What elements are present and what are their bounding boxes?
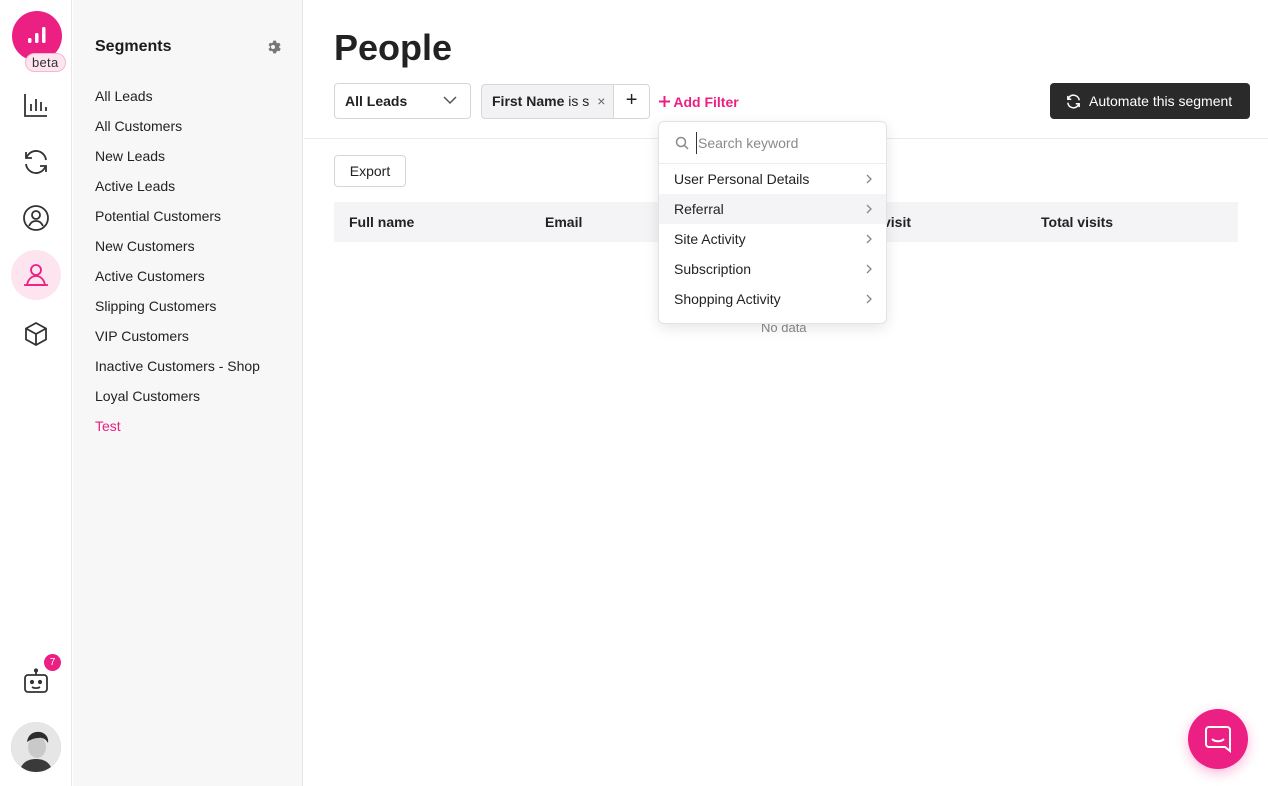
sync-icon [1067,94,1080,109]
filter-category-label: Referral [674,201,724,217]
segment-item[interactable]: All Customers [95,116,260,146]
products-cube-icon [25,321,47,347]
segment-select-value: All Leads [345,93,408,109]
app-rail: beta 7 [0,0,72,786]
segment-item[interactable]: Inactive Customers - Shop [95,356,260,386]
segment-item[interactable]: Slipping Customers [95,296,260,326]
add-filter-button[interactable]: Add Filter [659,94,739,110]
automate-label: Automate this segment [1089,93,1233,109]
filter-category-item[interactable]: Subscription [659,254,886,284]
segment-item[interactable]: New Leads [95,146,260,176]
contacts-nav[interactable] [11,193,61,243]
segments-title: Segments [95,38,172,55]
chat-icon [1205,726,1231,753]
page-title: People [334,27,453,68]
filter-category-dropdown: User Personal Details Referral Site Acti… [658,121,887,324]
filter-category-label: Shopping Activity [674,291,781,307]
filter-category-label: Subscription [674,261,752,277]
people-nav[interactable] [11,250,61,300]
segment-item[interactable]: Active Leads [95,176,260,206]
notification-badge: 7 [44,654,61,671]
analytics-nav[interactable] [11,80,61,130]
filter-chip-label: First Name is s [482,85,589,118]
automation-sync-icon [25,150,47,174]
chevron-right-icon [866,234,872,244]
search-icon [675,136,689,150]
column-header[interactable]: Full name [349,202,414,242]
export-button[interactable]: Export [334,155,406,187]
chevron-right-icon [866,294,872,304]
filter-chip-field: First Name [492,93,565,109]
bot-icon [24,668,48,693]
filter-category-item[interactable]: Site Activity [659,224,886,254]
add-filter-label: Add Filter [673,94,739,110]
column-header[interactable]: visit [883,202,911,242]
chevron-down-icon [443,96,457,105]
segment-list: All Leads All Customers New Leads Active… [95,86,260,446]
user-avatar[interactable] [11,722,61,772]
filter-category-item-highlighted[interactable]: Referral [659,194,886,224]
main-content: People All Leads First Name is s × + Add… [304,0,1268,786]
filter-remove-button[interactable]: × [589,85,613,118]
user-photo-icon [11,722,61,772]
search-input[interactable] [696,132,876,154]
people-icon [24,264,48,286]
beta-badge: beta [25,53,66,72]
column-header[interactable]: Email [545,202,582,242]
analytics-icon [24,94,47,117]
chat-launcher-button[interactable] [1188,709,1248,769]
segment-item[interactable]: Loyal Customers [95,386,260,416]
automate-segment-button[interactable]: Automate this segment [1050,83,1250,119]
filter-category-label: User Personal Details [674,171,810,187]
segment-item[interactable]: Active Customers [95,266,260,296]
plus-icon [659,96,670,107]
segment-item[interactable]: All Leads [95,86,260,116]
filter-category-item[interactable]: User Personal Details [659,164,886,194]
segments-sidebar: Segments All Leads All Customers New Lea… [73,0,303,786]
dropdown-search [659,122,886,164]
chevron-right-icon [866,204,872,214]
chevron-right-icon [866,264,872,274]
filter-category-item[interactable]: Shopping Activity [659,284,886,314]
filter-chip-condition: is s [564,93,590,109]
filter-chip[interactable]: First Name is s × + [481,84,650,119]
gear-icon[interactable] [265,39,281,55]
column-header[interactable]: Total visits [1041,202,1113,242]
automation-nav[interactable] [11,137,61,187]
products-nav[interactable] [11,309,61,359]
segment-item[interactable]: VIP Customers [95,326,260,356]
segment-select[interactable]: All Leads [334,83,471,119]
segment-item-active[interactable]: Test [95,416,260,446]
filter-category-label: Site Activity [674,231,746,247]
segment-item[interactable]: Potential Customers [95,206,260,236]
filter-category-list: User Personal Details Referral Site Acti… [659,164,886,314]
contacts-icon [23,205,49,231]
chevron-right-icon [866,174,872,184]
filter-add-condition-button[interactable]: + [613,85,649,118]
segment-item[interactable]: New Customers [95,236,260,266]
bar-logo-icon [28,27,46,43]
